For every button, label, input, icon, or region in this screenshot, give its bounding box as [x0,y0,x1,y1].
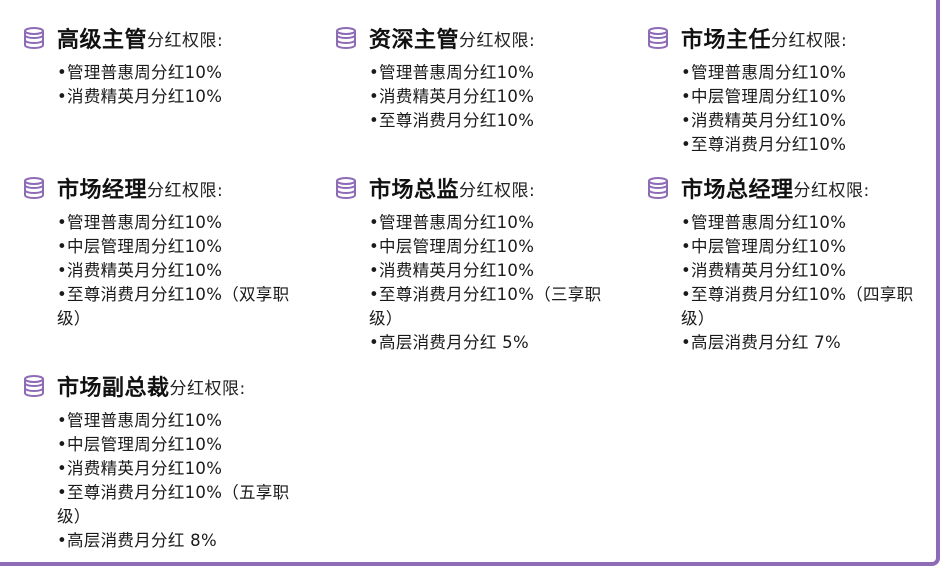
database-icon [24,177,44,200]
database-icon [336,27,356,50]
list-item: •管理普惠周分红10% [369,63,535,82]
database-icon [24,27,44,50]
card-title: 市场经理 [57,178,148,203]
card-header: 高级主管 分红权限: [22,21,312,55]
card-header: 市场主任 分红权限: [646,21,936,55]
list-item: •管理普惠周分红10% [681,213,847,232]
card-title-suffix: 分红权限: [793,180,870,201]
card-market-director: 市场主任 分红权限: •管理普惠周分红10% •中层管理周分红10% •消费精英… [646,21,936,157]
card-header: 市场副总裁 分红权限: [22,369,312,403]
list-item: •管理普惠周分红10% [681,63,847,82]
permission-list: •管理普惠周分红10% •中层管理周分红10% •消费精英月分红10% •至尊消… [646,61,936,157]
permission-list: •管理普惠周分红10% •消费精英月分红10% •至尊消费月分红10% [334,61,624,133]
list-item: •高层消费月分红 8% [57,531,217,550]
card-title-suffix: 分红权限: [147,30,224,51]
list-item: •管理普惠周分红10% [57,213,223,232]
database-icon [336,177,356,200]
card-title: 市场主任 [681,28,772,53]
list-item: •至尊消费月分红10%（双享职级） [57,285,290,328]
database-icon [648,177,668,200]
card-title: 市场副总裁 [57,376,170,401]
permission-list: •管理普惠周分红10% •中层管理周分红10% •消费精英月分红10% •至尊消… [22,211,312,331]
list-item: •消费精英月分红10% [681,111,847,130]
permission-list: •管理普惠周分红10% •消费精英月分红10% [22,61,312,109]
list-item: •中层管理周分红10% [57,435,223,454]
list-item: •中层管理周分红10% [369,237,535,256]
card-header: 市场总经理 分红权限: [646,171,936,205]
card-title-suffix: 分红权限: [459,30,536,51]
card-market-vice-president: 市场副总裁 分红权限: •管理普惠周分红10% •中层管理周分红10% •消费精… [22,369,312,553]
list-item: •中层管理周分红10% [681,237,847,256]
database-icon [24,375,44,398]
card-header: 市场经理 分红权限: [22,171,312,205]
card-title: 资深主管 [369,28,460,53]
card-title-suffix: 分红权限: [459,180,536,201]
list-item: •消费精英月分红10% [57,459,223,478]
list-item: •至尊消费月分红10% [681,135,847,154]
permission-list: •管理普惠周分红10% •中层管理周分红10% •消费精英月分红10% •至尊消… [334,211,624,355]
database-icon [648,27,668,50]
card-senior-supervisor: 高级主管 分红权限: •管理普惠周分红10% •消费精英月分红10% [22,21,312,109]
card-title: 市场总经理 [681,178,794,203]
list-item: •高层消费月分红 7% [681,333,841,352]
list-item: •消费精英月分红10% [681,261,847,280]
list-item: •消费精英月分红10% [369,261,535,280]
list-item: •至尊消费月分红10%（五享职级） [57,483,290,526]
list-item: •至尊消费月分红10%（三享职级） [369,285,602,328]
card-header: 市场总监 分红权限: [334,171,624,205]
list-item: •至尊消费月分红10%（四享职级） [681,285,914,328]
list-item: •管理普惠周分红10% [57,63,223,82]
list-item: •消费精英月分红10% [57,87,223,106]
list-item: •中层管理周分红10% [57,237,223,256]
card-header: 资深主管 分红权限: [334,21,624,55]
list-item: •高层消费月分红 5% [369,333,529,352]
card-market-manager: 市场经理 分红权限: •管理普惠周分红10% •中层管理周分红10% •消费精英… [22,171,312,331]
permission-list: •管理普惠周分红10% •中层管理周分红10% •消费精英月分红10% •至尊消… [22,409,312,553]
card-title-suffix: 分红权限: [771,30,848,51]
card-title-suffix: 分红权限: [147,180,224,201]
card-title: 市场总监 [369,178,460,203]
card-title: 高级主管 [57,28,148,53]
list-item: •消费精英月分红10% [57,261,223,280]
list-item: •消费精英月分红10% [369,87,535,106]
list-item: •管理普惠周分红10% [369,213,535,232]
permission-list: •管理普惠周分红10% •中层管理周分红10% •消费精英月分红10% •至尊消… [646,211,936,355]
card-market-chief: 市场总监 分红权限: •管理普惠周分红10% •中层管理周分红10% •消费精英… [334,171,624,355]
list-item: •管理普惠周分红10% [57,411,223,430]
card-title-suffix: 分红权限: [169,378,246,399]
list-item: •中层管理周分红10% [681,87,847,106]
card-market-general-manager: 市场总经理 分红权限: •管理普惠周分红10% •中层管理周分红10% •消费精… [646,171,936,355]
list-item: •至尊消费月分红10% [369,111,535,130]
card-senior-manager: 资深主管 分红权限: •管理普惠周分红10% •消费精英月分红10% •至尊消费… [334,21,624,133]
